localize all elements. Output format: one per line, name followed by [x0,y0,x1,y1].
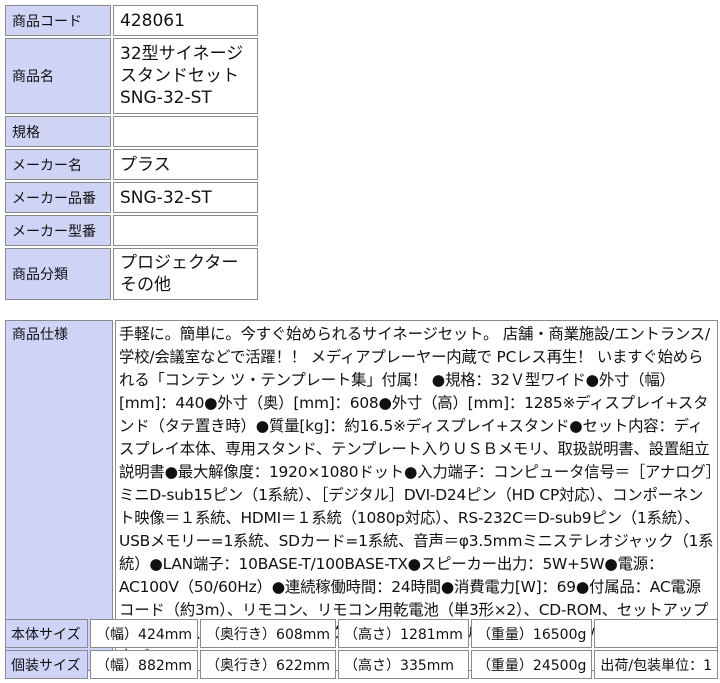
package-height: （高さ）335mm [338,650,469,679]
size-table: 本体サイズ （幅）424mm （奥行き）608mm （高さ）1281mm （重量… [3,617,720,681]
product-name-value: 32型サイネージスタンドセットSNG-32-ST [113,38,258,114]
body-extra [594,619,718,648]
maker-model-value [113,215,258,246]
body-size-row: 本体サイズ （幅）424mm （奥行き）608mm （高さ）1281mm （重量… [5,619,718,648]
product-name-label: 商品名 [5,38,111,114]
package-size-row: 個装サイズ （幅）882mm （奥行き）622mm （高さ）335mm （重量）… [5,650,718,679]
product-name-row: 商品名 32型サイネージスタンドセットSNG-32-ST [5,38,258,114]
product-code-value: 428061 [113,5,258,36]
maker-row: メーカー名 プラス [5,149,258,180]
body-depth: （奥行き）608mm [200,619,337,648]
package-width: （幅）882mm [90,650,199,679]
category-value: プロジェクターその他 [113,248,258,300]
product-code-label: 商品コード [5,5,111,36]
body-weight: （重量）16500g [470,619,593,648]
maker-model-label: メーカー型番 [5,215,111,246]
maker-model-row: メーカー型番 [5,215,258,246]
category-label: 商品分類 [5,248,111,300]
spec-row: 規格 [5,116,258,147]
body-size-label: 本体サイズ [5,619,89,648]
package-weight: （重量）24500g [470,650,593,679]
product-info-table: 商品コード 428061 商品名 32型サイネージスタンドセットSNG-32-S… [3,3,260,302]
body-width: （幅）424mm [90,619,199,648]
package-depth: （奥行き）622mm [200,650,337,679]
category-row: 商品分類 プロジェクターその他 [5,248,258,300]
maker-part-value: SNG-32-ST [113,182,258,213]
spec-value [113,116,258,147]
spec-label: 規格 [5,116,111,147]
package-unit: 出荷/包装単位：1 [594,650,718,679]
body-height: （高さ）1281mm [338,619,469,648]
maker-part-label: メーカー品番 [5,182,111,213]
package-size-label: 個装サイズ [5,650,89,679]
maker-label: メーカー名 [5,149,111,180]
maker-value: プラス [113,149,258,180]
product-code-row: 商品コード 428061 [5,5,258,36]
maker-part-row: メーカー品番 SNG-32-ST [5,182,258,213]
